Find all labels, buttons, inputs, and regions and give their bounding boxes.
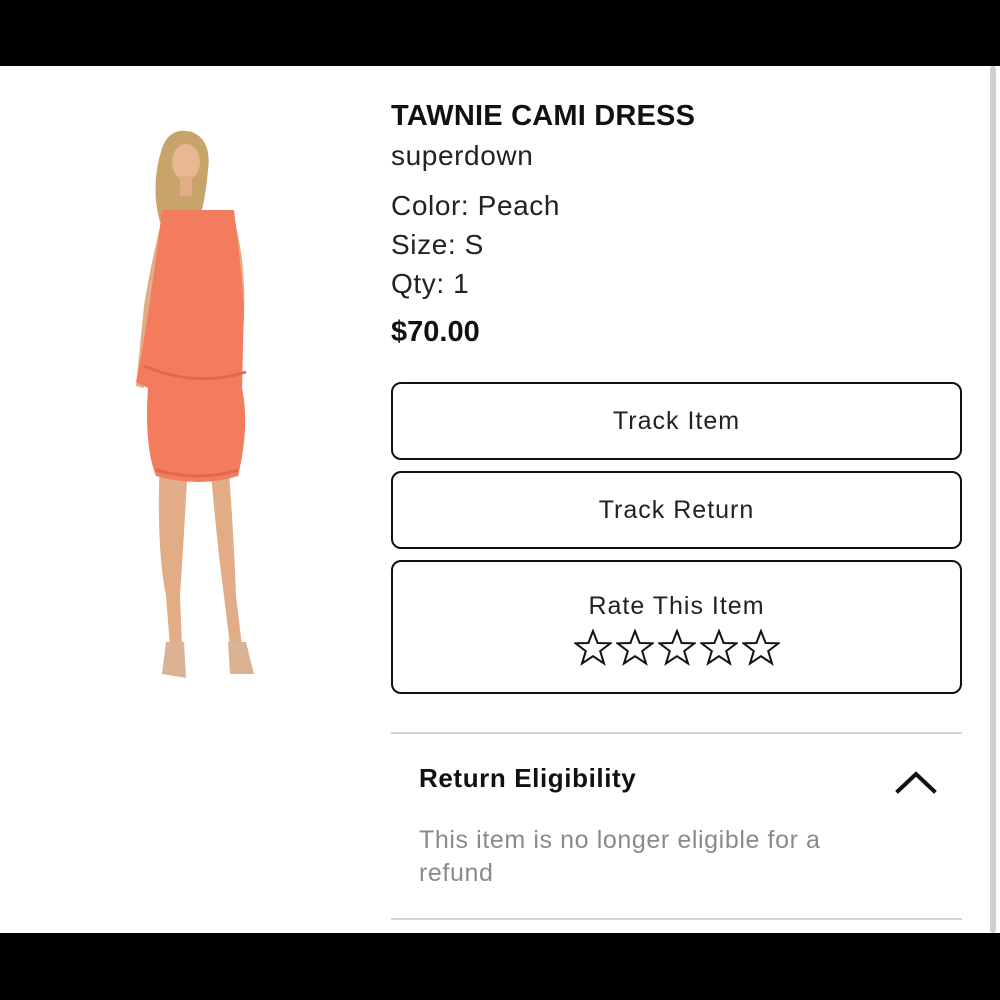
star-icon[interactable] bbox=[573, 628, 612, 667]
chevron-up-icon[interactable] bbox=[893, 766, 939, 798]
track-item-button[interactable]: Track Item bbox=[391, 382, 962, 460]
star-icon[interactable] bbox=[657, 628, 696, 667]
track-item-label: Track Item bbox=[612, 406, 741, 435]
product-image bbox=[136, 130, 254, 678]
return-eligibility-message: This item is no longer eligible for a re… bbox=[419, 826, 821, 887]
track-return-label: Track Return bbox=[598, 495, 755, 524]
scrollbar-thumb[interactable] bbox=[990, 66, 996, 933]
product-brand: superdown bbox=[391, 140, 534, 171]
order-item-detail: TAWNIE CAMI DRESS superdown Color: Peach… bbox=[0, 66, 1000, 933]
product-size: Size: S bbox=[391, 229, 484, 260]
star-rating bbox=[573, 628, 780, 667]
bottom-bar bbox=[0, 933, 1000, 1000]
top-bar bbox=[0, 0, 1000, 66]
rate-item-panel: Rate This Item bbox=[391, 560, 962, 694]
section-divider bbox=[391, 918, 962, 920]
rate-item-label: Rate This Item bbox=[588, 591, 765, 620]
star-icon[interactable] bbox=[741, 628, 780, 667]
section-divider bbox=[391, 732, 962, 734]
star-icon[interactable] bbox=[615, 628, 654, 667]
product-color: Color: Peach bbox=[391, 190, 561, 221]
track-return-button[interactable]: Track Return bbox=[391, 471, 962, 549]
star-icon[interactable] bbox=[699, 628, 738, 667]
product-title: TAWNIE CAMI DRESS bbox=[391, 100, 696, 132]
product-quantity: Qty: 1 bbox=[391, 268, 470, 299]
product-price: $70.00 bbox=[391, 316, 480, 348]
return-eligibility-title: Return Eligibility bbox=[419, 763, 637, 793]
